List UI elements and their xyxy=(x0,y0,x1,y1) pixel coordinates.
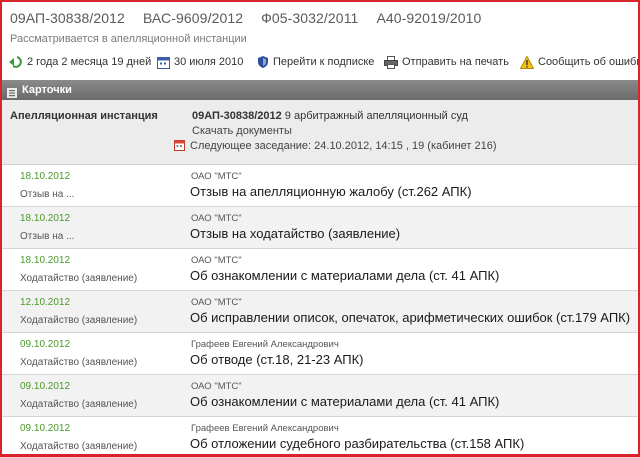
list-item[interactable]: 18.10.2012 Отзыв на ... ОАО "МТС" Отзыв … xyxy=(2,207,638,249)
document-type: Ходатайство (заявление) xyxy=(20,273,138,284)
printer-icon xyxy=(384,55,398,69)
document-date: 09.10.2012 xyxy=(20,381,71,392)
document-type: Ходатайство (заявление) xyxy=(20,441,138,452)
document-author: Графеев Евгений Александрович xyxy=(191,423,339,434)
document-author: ОАО "МТС" xyxy=(191,381,242,392)
case-status: Рассматривается в апелляционной инстанци… xyxy=(10,33,247,45)
subscribe-link[interactable]: Перейти к подписке xyxy=(257,53,374,71)
case-number-cassation[interactable]: Ф05-3032/2011 xyxy=(261,10,358,26)
duration-item: 2 года 2 месяца 19 дней xyxy=(8,53,151,71)
document-date: 18.10.2012 xyxy=(20,255,71,266)
document-title[interactable]: Отзыв на ходатайство (заявление) xyxy=(190,226,400,241)
document-date: 09.10.2012 xyxy=(20,423,71,434)
document-title[interactable]: Об отводе (ст.18, 21-23 АПК) xyxy=(190,352,363,367)
document-type: Отзыв на ... xyxy=(20,231,75,242)
cards-section-header[interactable]: Карточки xyxy=(2,80,638,100)
back-arrow-icon xyxy=(8,55,23,69)
instance-label: Апелляционная инстанция xyxy=(10,110,158,122)
list-item[interactable]: 09.10.2012 Ходатайство (заявление) Графе… xyxy=(2,333,638,375)
list-item[interactable]: 09.10.2012 Ходатайство (заявление) Графе… xyxy=(2,417,638,454)
list-item[interactable]: 12.10.2012 Ходатайство (заявление) ОАО "… xyxy=(2,291,638,333)
document-type: Ходатайство (заявление) xyxy=(20,315,138,326)
document-type: Ходатайство (заявление) xyxy=(20,399,138,410)
case-number-vas[interactable]: ВАС-9609/2012 xyxy=(143,10,243,26)
instance-court: 9 арбитражный апелляционный суд xyxy=(284,110,468,122)
calendar-icon xyxy=(174,139,185,154)
document-author: Графеев Евгений Александрович xyxy=(191,339,339,350)
instance-case-number[interactable]: 09АП-30838/2012 xyxy=(192,110,282,122)
appeal-instance-panel: Апелляционная инстанция 09АП-30838/2012 … xyxy=(2,100,638,165)
next-hearing: Следующее заседание: 24.10.2012, 14:15 ,… xyxy=(174,139,497,154)
start-date-item: 30 июля 2010 xyxy=(157,53,243,71)
start-date-label: 30 июля 2010 xyxy=(174,56,244,68)
document-author: ОАО "МТС" xyxy=(191,171,242,182)
print-label: Отправить на печать xyxy=(402,56,509,68)
report-error-link[interactable]: Сообщить об ошибке xyxy=(520,53,640,71)
document-type: Отзыв на ... xyxy=(20,189,75,200)
next-hearing-text: Следующее заседание: 24.10.2012, 14:15 ,… xyxy=(190,140,497,152)
warning-icon xyxy=(520,55,534,69)
document-author: ОАО "МТС" xyxy=(191,255,242,266)
calendar-icon xyxy=(157,56,170,69)
document-title[interactable]: Об ознакомлении с материалами дела (ст. … xyxy=(190,268,499,283)
document-date: 18.10.2012 xyxy=(20,171,71,182)
shield-icon xyxy=(257,55,269,69)
instance-case-line: 09АП-30838/2012 9 арбитражный апелляцион… xyxy=(192,110,468,122)
document-type: Ходатайство (заявление) xyxy=(20,357,138,368)
list-item[interactable]: 09.10.2012 Ходатайство (заявление) ОАО "… xyxy=(2,375,638,417)
document-title[interactable]: Об ознакомлении с материалами дела (ст. … xyxy=(190,394,499,409)
document-author: ОАО "МТС" xyxy=(191,297,242,308)
download-documents-link[interactable]: Скачать документы xyxy=(192,125,292,137)
case-numbers: 09АП-30838/2012 ВАС-9609/2012 Ф05-3032/2… xyxy=(10,10,495,26)
document-date: 09.10.2012 xyxy=(20,339,71,350)
list-item[interactable]: 18.10.2012 Отзыв на ... ОАО "МТС" Отзыв … xyxy=(2,165,638,207)
document-title[interactable]: Об исправлении описок, опечаток, арифмет… xyxy=(190,310,630,325)
document-title[interactable]: Об отложении судебного разбирательства (… xyxy=(190,436,524,451)
duration-label: 2 года 2 месяца 19 дней xyxy=(27,56,152,68)
case-number-appeal[interactable]: 09АП-30838/2012 xyxy=(10,10,125,26)
report-error-label: Сообщить об ошибке xyxy=(538,56,640,68)
document-date: 18.10.2012 xyxy=(20,213,71,224)
print-link[interactable]: Отправить на печать xyxy=(384,53,509,71)
cards-section-title: Карточки xyxy=(22,84,72,96)
document-date: 12.10.2012 xyxy=(20,297,71,308)
window-frame: 09АП-30838/2012 ВАС-9609/2012 Ф05-3032/2… xyxy=(0,0,640,457)
list-item[interactable]: 18.10.2012 Ходатайство (заявление) ОАО "… xyxy=(2,249,638,291)
document-title[interactable]: Отзыв на апелляционную жалобу (ст.262 АП… xyxy=(190,184,472,199)
case-number-first-instance[interactable]: А40-92019/2010 xyxy=(376,10,481,26)
document-author: ОАО "МТС" xyxy=(191,213,242,224)
documents-list: 18.10.2012 Отзыв на ... ОАО "МТС" Отзыв … xyxy=(2,165,638,454)
toolbar: 2 года 2 месяца 19 дней 30 июля 2010 Пер… xyxy=(8,53,640,71)
subscribe-label: Перейти к подписке xyxy=(273,56,375,68)
